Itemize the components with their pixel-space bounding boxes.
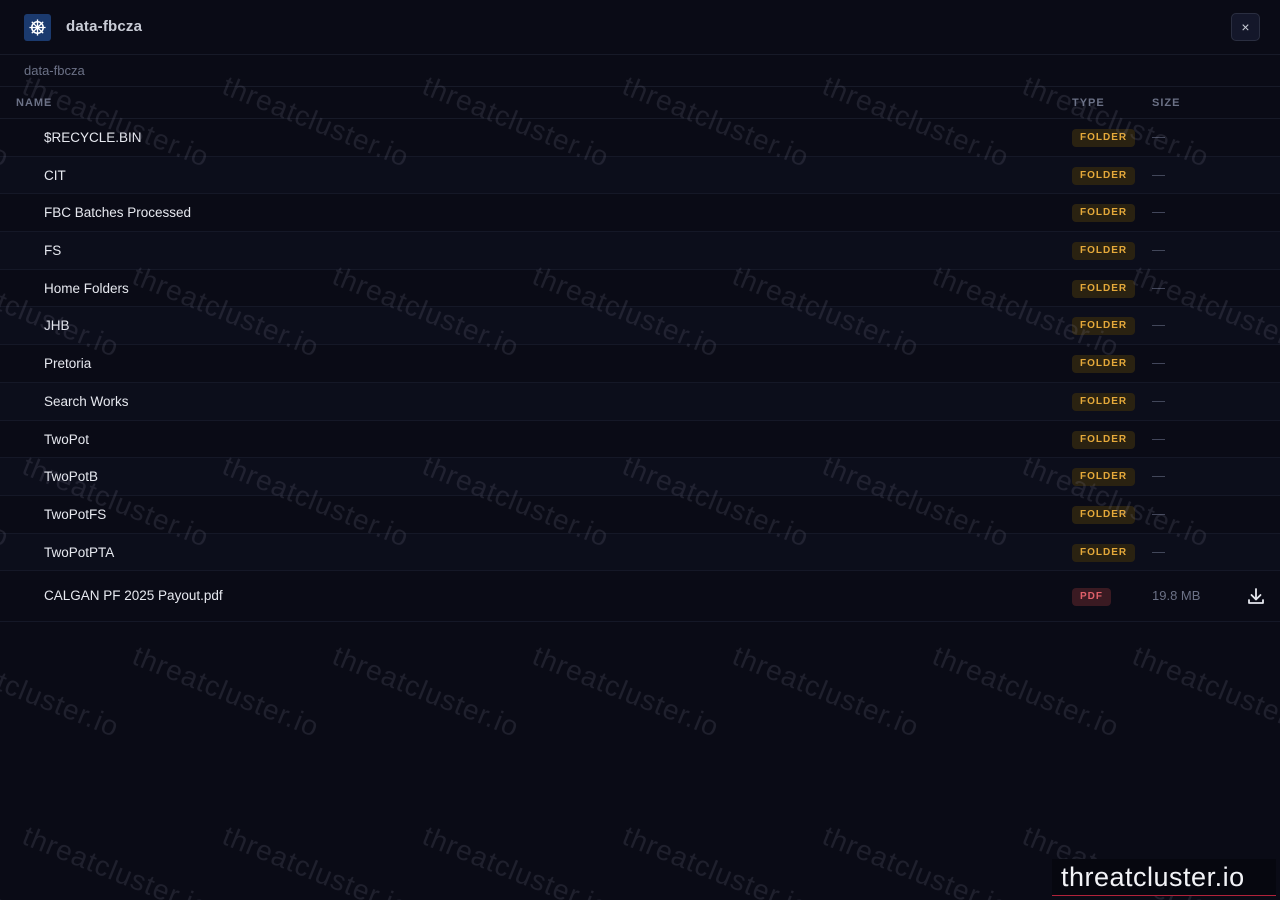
table-row[interactable]: Home Folders FOLDER — bbox=[0, 270, 1280, 308]
table-row[interactable]: CIT FOLDER — bbox=[0, 156, 1280, 195]
watermark-text: threatcluster.io bbox=[0, 640, 124, 743]
watermark-text: threatcluster.io bbox=[818, 820, 1014, 900]
file-browser-window: data-fbcza × data-fbcza NAME TYPE SIZE $… bbox=[0, 0, 1280, 900]
watermark-text: threatcluster.io bbox=[328, 640, 524, 743]
table-row[interactable]: FS FOLDER — bbox=[0, 232, 1280, 270]
helm-wheel-icon bbox=[24, 14, 51, 41]
brand-logo: threatcluster.io bbox=[1052, 859, 1276, 896]
watermark-text: threatcluster.io bbox=[1128, 640, 1280, 743]
row-name: $RECYCLE.BIN bbox=[44, 130, 142, 145]
row-size: — bbox=[1152, 279, 1165, 295]
row-name: Pretoria bbox=[44, 356, 92, 372]
row-size: — bbox=[1152, 355, 1165, 371]
type-badge: FOLDER bbox=[1072, 355, 1136, 374]
type-badge: FOLDER bbox=[1072, 242, 1136, 261]
type-badge: FOLDER bbox=[1072, 317, 1136, 336]
row-size: 19.8 MB bbox=[1152, 588, 1201, 604]
table-row[interactable]: TwoPot FOLDER — bbox=[0, 421, 1280, 459]
row-size: — bbox=[1152, 129, 1165, 144]
row-size: — bbox=[1152, 430, 1165, 446]
watermark-text: threatcluster.io bbox=[528, 640, 724, 743]
watermark-text: threatcluster.io bbox=[128, 640, 324, 743]
file-list: $RECYCLE.BIN FOLDER — CIT FOLDER — FBC Batches… bbox=[0, 119, 1280, 623]
table-header: NAME TYPE SIZE bbox=[0, 87, 1280, 119]
row-size: — bbox=[1152, 166, 1165, 182]
close-icon: × bbox=[1241, 19, 1250, 35]
row-size: — bbox=[1152, 204, 1165, 220]
type-badge: FOLDER bbox=[1072, 468, 1136, 487]
breadcrumb: data-fbcza bbox=[0, 55, 1280, 87]
type-badge: FOLDER bbox=[1072, 279, 1136, 298]
row-size: — bbox=[1152, 317, 1165, 333]
window-title: data-fbcza bbox=[66, 18, 143, 35]
table-row[interactable]: TwoPotFS FOLDER — bbox=[0, 496, 1280, 534]
table-row-file[interactable]: CALGAN PF 2025 Payout.pdf PDF 19.8 MB bbox=[0, 571, 1280, 623]
download-icon[interactable] bbox=[1246, 586, 1266, 606]
table-row[interactable]: Search Works FOLDER — bbox=[0, 382, 1280, 421]
table-row[interactable]: TwoPotPTA FOLDER — bbox=[0, 533, 1280, 572]
table-row[interactable]: FBC Batches Processed FOLDER — bbox=[0, 194, 1280, 233]
row-size: — bbox=[1152, 505, 1165, 521]
type-badge: FOLDER bbox=[1072, 166, 1136, 185]
row-name: Home Folders bbox=[44, 280, 129, 296]
header-bar: data-fbcza × bbox=[0, 0, 1280, 55]
row-name: Search Works bbox=[44, 393, 129, 409]
watermark-text: threatcluster.io bbox=[418, 820, 614, 900]
column-header-name[interactable]: NAME bbox=[16, 97, 52, 109]
column-header-size[interactable]: SIZE bbox=[1152, 97, 1180, 109]
row-name: JHB bbox=[44, 318, 70, 334]
table-row[interactable]: TwoPotB FOLDER — bbox=[0, 458, 1280, 496]
watermark-text: threatcluster.io bbox=[728, 640, 924, 743]
row-name: TwoPotFS bbox=[44, 506, 107, 522]
watermark-text: threatcluster.io bbox=[218, 820, 414, 900]
watermark-text: threatcluster.io bbox=[618, 820, 814, 900]
table-row[interactable]: Pretoria FOLDER — bbox=[0, 345, 1280, 383]
type-badge: FOLDER bbox=[1072, 129, 1136, 147]
row-size: — bbox=[1152, 242, 1165, 258]
row-name: CIT bbox=[44, 167, 66, 183]
table-row[interactable]: JHB FOLDER — bbox=[0, 307, 1280, 346]
type-badge: FOLDER bbox=[1072, 204, 1136, 223]
type-badge: FOLDER bbox=[1072, 430, 1136, 449]
breadcrumb-item-root[interactable]: data-fbcza bbox=[24, 63, 85, 78]
close-button[interactable]: × bbox=[1231, 13, 1260, 41]
watermark-text: threatcluster.io bbox=[928, 640, 1124, 743]
column-header-type[interactable]: TYPE bbox=[1072, 97, 1105, 109]
row-size: — bbox=[1152, 392, 1165, 408]
type-badge: PDF bbox=[1072, 588, 1111, 607]
row-name: CALGAN PF 2025 Payout.pdf bbox=[44, 588, 223, 604]
watermark-text: threatcluster.io bbox=[0, 820, 14, 900]
row-name: TwoPotPTA bbox=[44, 544, 115, 560]
row-name: TwoPotB bbox=[44, 469, 99, 485]
type-badge: FOLDER bbox=[1072, 505, 1136, 524]
type-badge: FOLDER bbox=[1072, 543, 1136, 562]
row-name: TwoPot bbox=[44, 431, 90, 447]
table-row[interactable]: $RECYCLE.BIN FOLDER — bbox=[0, 119, 1280, 157]
watermark-text: threatcluster.io bbox=[18, 820, 214, 900]
row-size: — bbox=[1152, 543, 1165, 559]
row-name: FS bbox=[44, 243, 62, 259]
row-size: — bbox=[1152, 468, 1165, 484]
type-badge: FOLDER bbox=[1072, 392, 1136, 411]
row-name: FBC Batches Processed bbox=[44, 205, 192, 221]
